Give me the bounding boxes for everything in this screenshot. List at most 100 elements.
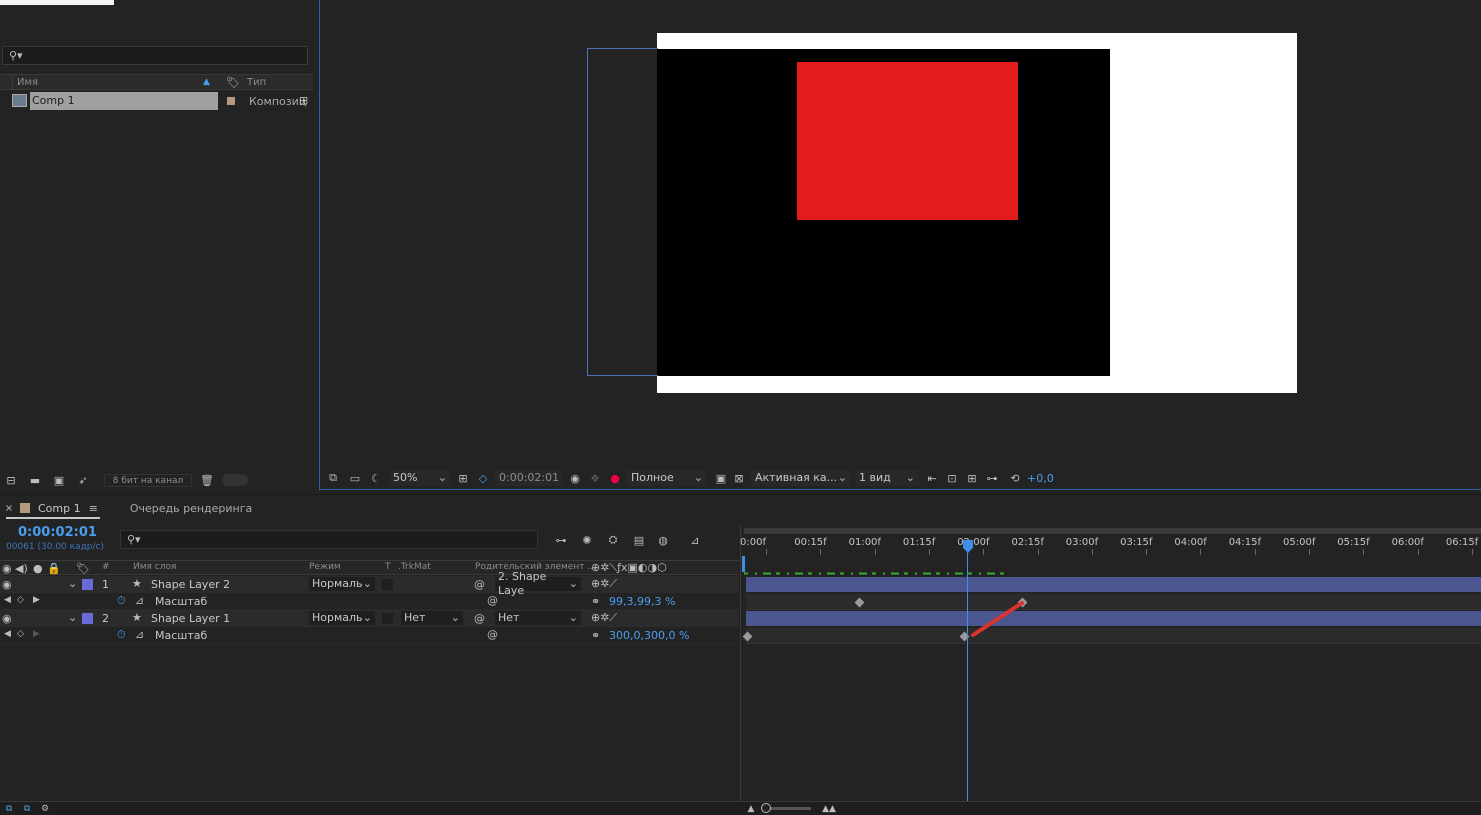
toggle-transparency-icon[interactable]: ⊠ [731,472,747,485]
layer-label-color[interactable] [82,613,93,624]
project-search-input[interactable]: ⚲▾ [2,46,308,65]
zoom-slider-thumb[interactable] [761,803,771,813]
column-num[interactable]: # [102,562,110,572]
transfer-controls-icon[interactable]: ⧉ [21,804,33,814]
transparency-grid-icon[interactable]: ◇ [475,472,491,485]
always-preview-icon[interactable]: ⧉ [325,471,341,485]
zoom-dropdown[interactable]: 50% ⌄ [389,470,451,486]
layer-switches[interactable]: ⊕✲⟋ [591,577,617,591]
next-keyframe-icon[interactable]: ▶ [33,629,40,639]
pixel-aspect-icon[interactable]: ⇤ [923,472,941,485]
bit-depth-button[interactable]: 8 бит на канал [104,473,192,487]
pickwhip-icon[interactable]: @ [474,578,485,591]
constrain-link-icon[interactable]: ⚭ [591,595,600,608]
graph-editor-icon[interactable]: ⊿ [686,534,704,547]
column-name[interactable]: Имя [17,77,38,88]
channels-icon[interactable]: ● [607,472,623,485]
new-composition-icon[interactable]: ▣ [52,474,66,487]
twirl-chevron-icon[interactable]: ⌄ [68,577,77,590]
pickwhip-icon[interactable]: @ [474,612,485,625]
camera-dropdown[interactable]: Активная ка... ⌄ [751,470,851,486]
label-tag-icon[interactable]: 🏷 [226,76,240,89]
zoom-in-mountains-icon[interactable]: ▲▲ [821,804,837,814]
shy-layers-icon[interactable]: ⛭ [604,533,622,547]
layer-name[interactable]: Shape Layer 1 [151,612,230,625]
parent-dropdown[interactable]: Нет ⌄ [495,611,581,625]
frame-blending-icon[interactable]: ▤ [630,534,648,547]
layer-switches-toggle-icon[interactable]: ⧉ [3,804,15,814]
views-dropdown[interactable]: 1 вид ⌄ [855,470,919,486]
prev-keyframe-icon[interactable]: ◀ [4,595,11,605]
property-value[interactable]: 99,3,99,3 % [609,595,675,608]
current-time-display[interactable]: 0:00:02:01 [18,525,97,540]
playhead-line[interactable] [967,540,968,801]
interpret-footage-icon[interactable]: ⊟ [4,474,18,487]
in-out-toggle-icon[interactable]: ⚙ [39,804,51,814]
panel-menu-icon[interactable]: ≡ [89,502,98,515]
prev-keyframe-icon[interactable]: ◀ [4,629,11,639]
track-matte-dropdown[interactable]: Нет ⌄ [401,611,463,625]
show-snapshot-icon[interactable]: ❖ [587,472,603,485]
blend-mode-dropdown[interactable]: Нормаль ⌄ [309,611,375,625]
timeline-search-input[interactable]: ⚲▾ [120,530,538,549]
trash-icon[interactable]: 🗑 [200,474,214,487]
mask-visibility-icon[interactable]: ☾ [367,472,385,485]
reset-exposure-icon[interactable]: ⟲ [1007,472,1023,485]
flowchart-icon[interactable]: ⊶ [983,472,1001,485]
column-t[interactable]: T [385,562,391,572]
project-item-comp1[interactable]: Comp 1 Композиц ⊞ [0,92,313,110]
layer-name[interactable]: Shape Layer 2 [151,578,230,591]
property-row-scale-1[interactable]: ◀ ◇ ▶ ⏱ ⊿ Масштаб @ ⚭ 99,3,99,3 % [0,593,739,610]
column-type[interactable]: Тип [247,77,266,88]
current-time-display[interactable]: 0:00:02:01 [495,470,563,486]
property-row-scale-2[interactable]: ◀ ◇ ▶ ⏱ ⊿ Масштаб @ ⚭ 300,0,300,0 % [0,627,739,644]
tab-comp1[interactable]: Comp 1 [38,502,81,515]
expression-pickwhip-icon[interactable]: @ [487,594,498,607]
layer-label-color[interactable] [82,579,93,590]
tab-render-queue[interactable]: Очередь рендеринга [130,502,252,515]
draft-3d-icon[interactable]: ✺ [578,534,596,547]
stopwatch-icon[interactable]: ⏱ [117,594,126,608]
stopwatch-icon[interactable]: ⏱ [117,628,126,642]
blend-mode-dropdown[interactable]: Нормаль ⌄ [309,577,375,591]
exposure-value[interactable]: +0,0 [1027,472,1054,485]
region-of-interest-icon[interactable]: ⊞ [455,472,471,485]
monitor-icon[interactable]: ▭ [347,472,363,485]
preserve-transparency-box[interactable] [382,613,393,624]
comp-mini-flowchart-icon[interactable]: ⊶ [552,534,570,547]
flowchart-icon[interactable]: ⊞ [299,94,308,107]
comp-flowchart-icon[interactable]: ⊞ [963,472,981,485]
timeline-icon[interactable]: ⊡ [943,472,961,485]
resolution-dropdown[interactable]: Полное ⌄ [627,470,707,486]
column-mode[interactable]: Режим [309,562,341,572]
visibility-eye-icon[interactable]: ◉ [2,612,12,625]
layer-switches[interactable]: ⊕✲⟋ [591,611,617,625]
graph-icon[interactable]: ⊿ [135,594,144,607]
timeline-graph[interactable] [740,525,1481,801]
layer-bar-1[interactable] [746,577,1481,592]
close-icon[interactable]: × [4,503,14,514]
parent-dropdown[interactable]: 2. Shape Laye ⌄ [495,570,581,597]
layer-row-1[interactable]: ◉ ⌄ 1 ★ Shape Layer 2 Нормаль ⌄ @ 2. Shap… [0,570,739,597]
layer-row-2[interactable]: ◉ ⌄ 2 ★ Shape Layer 1 Нормаль ⌄ Нет ⌄ @ Не… [0,610,739,627]
new-folder-icon[interactable]: ▬ [28,474,42,487]
work-area-bar[interactable] [744,528,1481,534]
render-icon[interactable]: ➶ [76,474,90,487]
property-value[interactable]: 300,0,300,0 % [609,629,689,642]
snapshot-camera-icon[interactable]: ◉ [567,472,583,485]
preserve-transparency-box[interactable] [382,579,393,590]
motion-blur-icon[interactable]: ◍ [654,534,672,547]
add-keyframe-icon[interactable]: ◇ [17,629,24,639]
add-keyframe-icon[interactable]: ◇ [17,595,24,605]
graph-icon[interactable]: ⊿ [135,628,144,641]
zoom-out-mountains-icon[interactable]: ▲ [745,804,757,814]
next-keyframe-icon[interactable]: ▶ [33,595,40,605]
layer-bar-2[interactable] [746,611,1481,626]
work-area-start-marker[interactable] [742,556,745,572]
zoom-slider[interactable] [761,803,811,813]
constrain-link-icon[interactable]: ⚭ [591,629,600,642]
expression-pickwhip-icon[interactable]: @ [487,628,498,641]
fast-preview-icon[interactable]: ▣ [713,472,729,485]
visibility-eye-icon[interactable]: ◉ [2,578,12,591]
scroll-handle[interactable] [222,474,248,486]
